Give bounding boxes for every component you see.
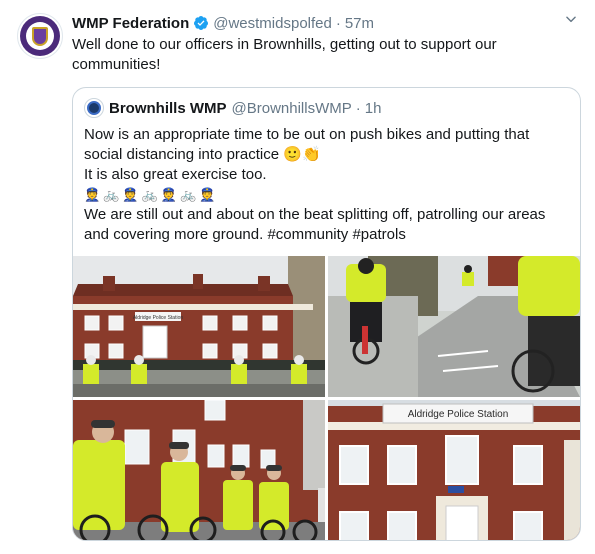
photo-station-officers[interactable]: Aldridge Police Station	[73, 256, 325, 397]
quoted-line-2: It is also great exercise too.	[84, 166, 267, 183]
author-name[interactable]: WMP Federation	[72, 15, 189, 32]
tweet-header: WMP Federation @westmidspolfed · 57m	[72, 12, 575, 34]
tweet-text: Well done to our officers in Brownhills,…	[72, 36, 497, 73]
quoted-line-3: We are still out and about on the beat s…	[84, 206, 546, 243]
media-grid: Aldridge Police Station Aldridge Police …	[73, 256, 580, 540]
author-avatar[interactable]	[17, 13, 63, 59]
verified-badge-icon	[194, 16, 209, 30]
bicycle-emoji: 🚲	[141, 187, 158, 202]
police-officer-emoji: 👮	[160, 187, 177, 202]
police-officer-emoji: 👮	[199, 187, 216, 202]
quoted-avatar	[84, 98, 104, 118]
photo-four-officers[interactable]	[73, 400, 325, 540]
tweet-timestamp[interactable]: 57m	[345, 15, 374, 32]
quoted-text: Now is an appropriate time to be out on …	[84, 125, 564, 245]
quoted-line-1: Now is an appropriate time to be out on …	[84, 126, 530, 163]
police-officer-emoji: 👮	[122, 187, 139, 202]
quoted-header: Brownhills WMP @BrownhillsWMP · 1h	[84, 98, 381, 118]
photo-officers-cycling[interactable]	[328, 256, 580, 397]
quoted-timestamp: 1h	[364, 99, 382, 117]
quoted-author-name: Brownhills WMP	[109, 99, 227, 117]
bicycle-emoji: 🚲	[103, 187, 120, 202]
photo-station-sign[interactable]: Aldridge Police Station	[328, 400, 580, 540]
quoted-author-handle: @BrownhillsWMP	[231, 99, 352, 117]
bicycle-emoji: 🚲	[179, 187, 197, 202]
quoted-separator-dot: ·	[355, 99, 361, 117]
chevron-down-icon[interactable]	[564, 12, 578, 26]
photo1-station-sign: Aldridge Police Station	[133, 315, 184, 321]
photo4-station-sign: Aldridge Police Station	[408, 409, 509, 420]
emoji-row: 👮 🚲 👮 🚲 👮 🚲 👮	[84, 185, 564, 205]
federation-logo	[20, 16, 60, 56]
separator-dot: ·	[335, 14, 341, 32]
quoted-tweet[interactable]: Brownhills WMP @BrownhillsWMP · 1h Now i…	[72, 87, 581, 541]
police-officer-emoji: 👮	[84, 187, 101, 202]
author-handle[interactable]: @westmidspolfed	[213, 15, 332, 32]
